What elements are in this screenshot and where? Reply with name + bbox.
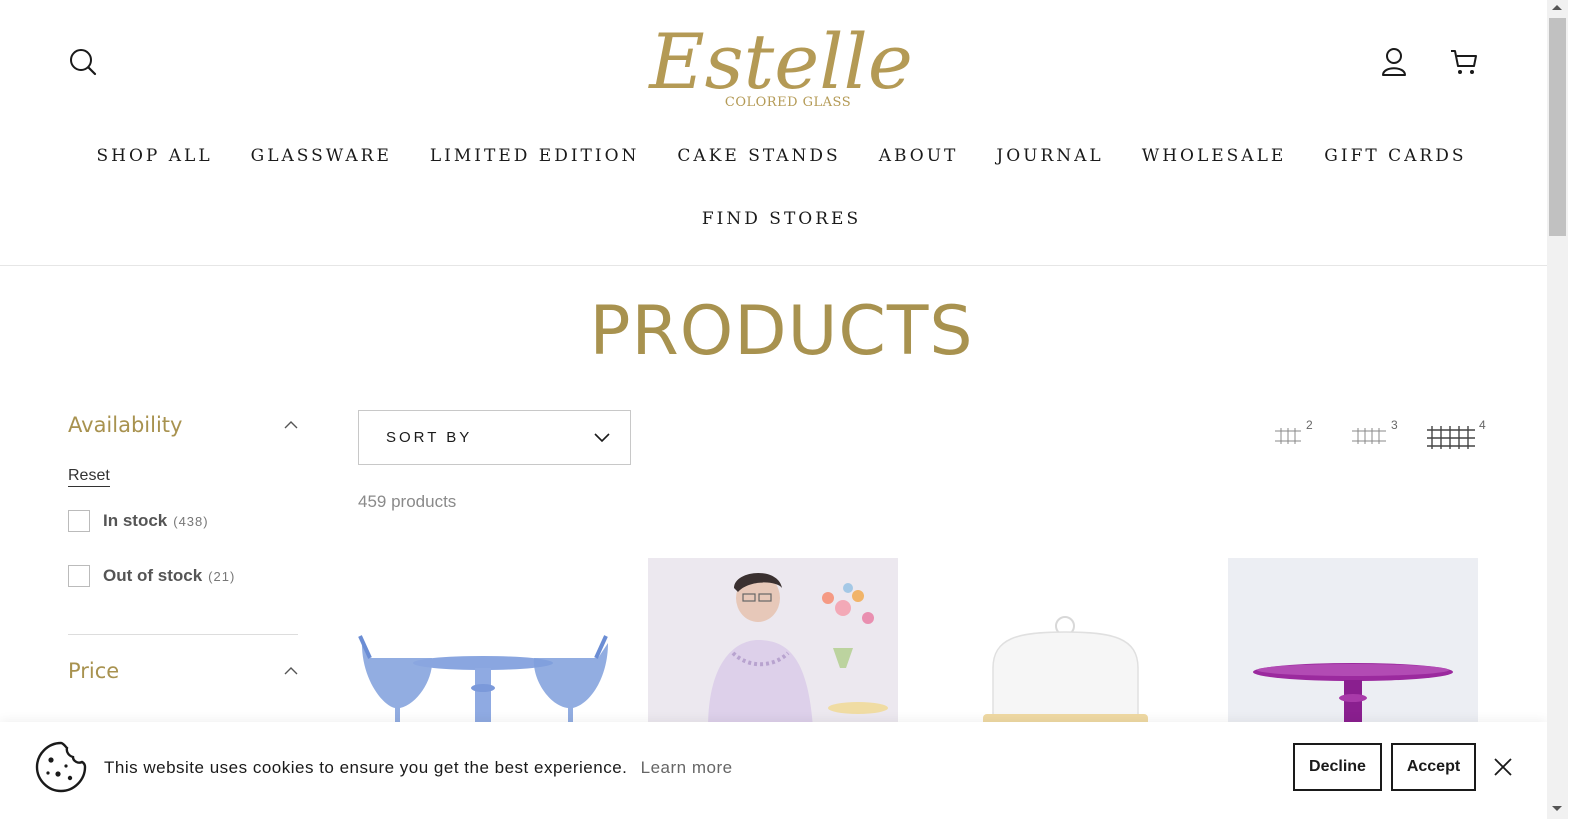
- availability-filter-toggle[interactable]: Availability: [68, 405, 298, 445]
- filter-sidebar: Availability Reset In stock (438) Out of…: [68, 405, 298, 691]
- availability-filter-title: Availability: [68, 413, 183, 437]
- nav-cake-stands[interactable]: CAKE STANDS: [658, 146, 859, 166]
- page-title: PRODUCTS: [589, 292, 974, 371]
- cart-button[interactable]: [1446, 44, 1482, 80]
- scrollbar-thumb[interactable]: [1549, 18, 1566, 236]
- cookie-banner: This website uses cookies to ensure you …: [0, 722, 1547, 819]
- nav-about[interactable]: ABOUT: [860, 146, 978, 166]
- product-card[interactable]: [358, 558, 608, 728]
- in-stock-checkbox[interactable]: [68, 510, 90, 532]
- product-image: [648, 558, 898, 728]
- cookie-message-wrap: This website uses cookies to ensure you …: [104, 758, 733, 778]
- product-count: 459 products: [358, 492, 457, 511]
- site-header: Estelle COLORED GLASS SHOP ALL GLASSWARE…: [0, 0, 1563, 266]
- product-image: [983, 616, 1148, 726]
- nav-journal[interactable]: JOURNAL: [977, 146, 1122, 166]
- accept-button[interactable]: Accept: [1391, 743, 1476, 791]
- nav-shop-all[interactable]: SHOP ALL: [78, 146, 232, 166]
- grid-4-label: 4: [1479, 418, 1486, 432]
- nav-find-stores[interactable]: FIND STORES: [683, 209, 880, 229]
- chevron-up-icon: [284, 667, 298, 675]
- page-scrollbar[interactable]: [1547, 0, 1568, 819]
- grid-2-icon: [1275, 428, 1301, 444]
- cookie-icon: [35, 741, 87, 793]
- product-card[interactable]: [1228, 558, 1478, 728]
- logo-script: Estelle: [647, 17, 913, 106]
- price-filter-title: Price: [68, 659, 120, 683]
- out-of-stock-option[interactable]: Out of stock (21): [68, 564, 298, 588]
- product-card[interactable]: [938, 558, 1188, 728]
- grid-4-columns-button[interactable]: 4: [1426, 418, 1486, 454]
- in-stock-label: In stock: [103, 511, 168, 530]
- grid-2-columns-button[interactable]: 2: [1273, 418, 1313, 454]
- scroll-down-arrow[interactable]: [1552, 806, 1562, 811]
- product-image: [1228, 558, 1478, 728]
- chevron-down-icon: [594, 432, 610, 442]
- cookie-message: This website uses cookies to ensure you …: [104, 758, 628, 777]
- in-stock-option[interactable]: In stock (438): [68, 509, 298, 533]
- chevron-up-icon: [284, 421, 298, 429]
- account-button[interactable]: [1376, 44, 1412, 80]
- out-of-stock-count: (21): [208, 568, 236, 584]
- learn-more-link[interactable]: Learn more: [641, 758, 733, 777]
- nav-glassware[interactable]: GLASSWARE: [232, 146, 411, 166]
- main-nav: SHOP ALL GLASSWARE LIMITED EDITION CAKE …: [0, 146, 1563, 166]
- scroll-up-arrow[interactable]: [1552, 5, 1562, 10]
- nav-limited-edition[interactable]: LIMITED EDITION: [411, 146, 659, 166]
- reset-link[interactable]: Reset: [68, 467, 110, 487]
- product-image: [358, 635, 608, 728]
- grid-3-columns-button[interactable]: 3: [1350, 418, 1398, 454]
- nav-wholesale[interactable]: WHOLESALE: [1123, 146, 1306, 166]
- logo-subtitle: COLORED GLASS: [725, 95, 851, 110]
- sort-by-label: SORT BY: [386, 429, 473, 446]
- decline-button[interactable]: Decline: [1293, 743, 1382, 791]
- close-icon[interactable]: [1490, 754, 1516, 780]
- in-stock-count: (438): [173, 513, 209, 529]
- grid-3-label: 3: [1391, 418, 1398, 432]
- filter-divider: [68, 634, 298, 635]
- out-of-stock-checkbox[interactable]: [68, 565, 90, 587]
- grid-3-icon: [1352, 428, 1386, 444]
- out-of-stock-label: Out of stock: [103, 566, 203, 585]
- search-icon: [70, 49, 97, 76]
- price-filter-toggle[interactable]: Price: [68, 651, 298, 691]
- grid-4-icon: [1427, 426, 1475, 449]
- nav-gift-cards[interactable]: GIFT CARDS: [1305, 146, 1485, 166]
- main-nav-row2: FIND STORES: [0, 209, 1563, 229]
- search-button[interactable]: [65, 44, 101, 80]
- sort-by-dropdown[interactable]: SORT BY: [358, 410, 631, 465]
- account-icon: [1382, 48, 1406, 76]
- grid-2-label: 2: [1306, 418, 1313, 432]
- cart-icon: [1451, 50, 1477, 74]
- product-card[interactable]: [648, 558, 898, 728]
- site-logo[interactable]: Estelle COLORED GLASS: [636, 8, 926, 118]
